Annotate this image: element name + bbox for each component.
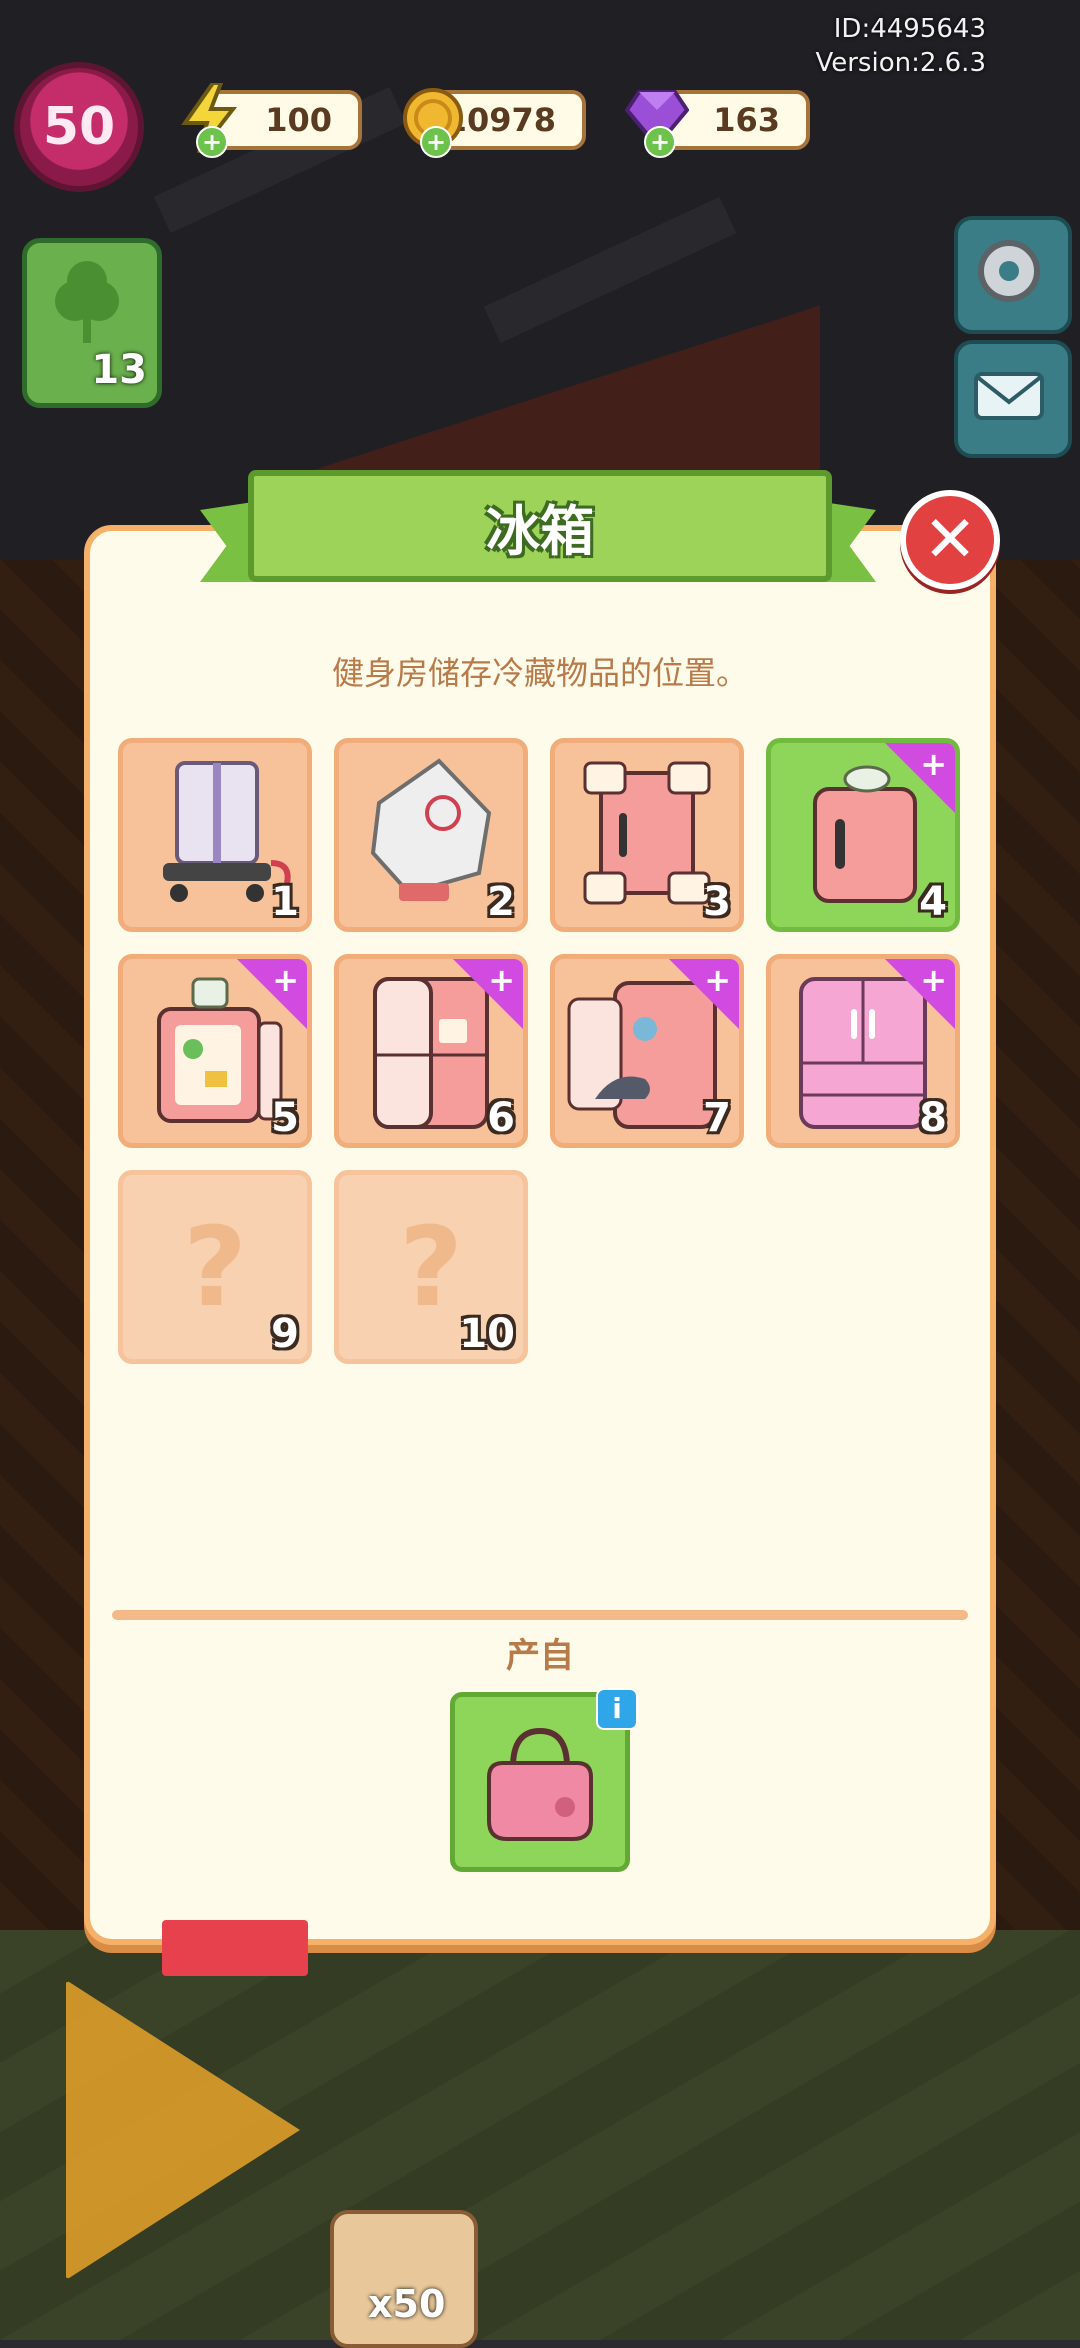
section-divider xyxy=(112,1610,968,1620)
item-number: 2 xyxy=(487,879,515,925)
add-gems-button[interactable]: + xyxy=(644,126,676,158)
plus-icon: + xyxy=(920,961,947,999)
level-value: 50 xyxy=(42,97,116,157)
item-number: 10 xyxy=(459,1311,515,1357)
plus-icon: + xyxy=(920,745,947,783)
item-slot-6[interactable]: + 6 xyxy=(334,954,528,1148)
item-slot-10[interactable]: ? 10 xyxy=(334,1170,528,1364)
item-number: 4 xyxy=(919,879,947,925)
item-number: 7 xyxy=(703,1095,731,1141)
dialog-description: 健身房储存冷藏物品的位置。 xyxy=(331,654,748,692)
dialog-title-ribbon: 冰箱 xyxy=(248,470,832,582)
plus-icon: + xyxy=(272,961,299,999)
item-number: 6 xyxy=(487,1095,515,1141)
energy-value: 100 xyxy=(265,101,332,139)
item-slot-7[interactable]: + 7 xyxy=(550,954,744,1148)
bottom-pack-button[interactable]: x50 xyxy=(330,2210,478,2348)
side-card-button[interactable]: 13 xyxy=(22,238,162,408)
mail-button[interactable] xyxy=(954,340,1072,458)
item-number: 5 xyxy=(271,1095,299,1141)
add-coins-button[interactable]: + xyxy=(420,126,452,158)
item-number: 9 xyxy=(271,1311,299,1357)
account-info: ID:4495643 Version:2.6.3 xyxy=(815,12,986,80)
item-slot-1[interactable]: 1 xyxy=(118,738,312,932)
red-tab-decoration xyxy=(162,1920,308,1976)
gem-value: 163 xyxy=(713,101,780,139)
item-slot-5[interactable]: + 5 xyxy=(118,954,312,1148)
side-card-count: 13 xyxy=(91,347,147,393)
item-number: 8 xyxy=(919,1095,947,1141)
item-slot-8[interactable]: + 8 xyxy=(766,954,960,1148)
item-number: 3 xyxy=(703,879,731,925)
gem-counter[interactable]: + 163 xyxy=(625,90,810,158)
energy-counter[interactable]: + 100 xyxy=(181,83,362,158)
envelope-icon xyxy=(974,372,1044,420)
source-label: 产自 xyxy=(506,1636,574,1676)
item-number: 1 xyxy=(271,879,299,925)
bottom-pack-count: x50 xyxy=(368,2282,446,2326)
item-slot-3[interactable]: 3 xyxy=(550,738,744,932)
close-button[interactable]: ✕ xyxy=(900,490,1000,590)
item-slot-2[interactable]: 2 xyxy=(334,738,528,932)
close-icon: ✕ xyxy=(923,503,977,577)
level-badge[interactable]: 50 xyxy=(14,62,144,192)
gear-icon xyxy=(978,240,1040,302)
plus-icon: + xyxy=(704,961,731,999)
item-slot-4[interactable]: + 4 xyxy=(766,738,960,932)
coin-counter[interactable]: + 10978 xyxy=(403,88,586,158)
info-icon[interactable]: i xyxy=(596,1688,638,1730)
item-slot-9[interactable]: ? 9 xyxy=(118,1170,312,1364)
add-energy-button[interactable]: + xyxy=(196,126,228,158)
settings-button[interactable] xyxy=(954,216,1072,334)
player-id: ID:4495643 xyxy=(833,14,986,44)
plus-icon: + xyxy=(488,961,515,999)
version-label: Version:2.6.3 xyxy=(815,48,986,78)
dialog-title: 冰箱 xyxy=(486,499,594,563)
